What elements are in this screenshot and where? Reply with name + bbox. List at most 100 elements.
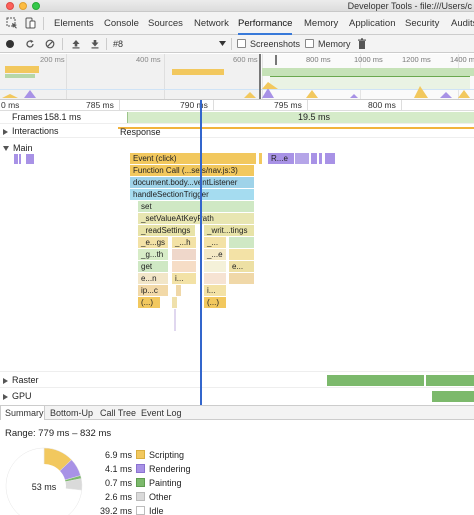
legend-label: Idle xyxy=(149,506,164,515)
tab-elements[interactable]: Elements xyxy=(54,12,94,35)
tab-call-tree[interactable]: Call Tree xyxy=(100,406,136,420)
raster-label: Raster xyxy=(12,375,39,385)
chevron-right-icon xyxy=(3,393,8,400)
flame-block[interactable] xyxy=(229,273,254,284)
flame-write-settings[interactable]: _writ...tings xyxy=(204,225,254,236)
recording-select[interactable]: #8 xyxy=(113,35,123,53)
devtools-tab-bar: Elements Console Sources Network Perform… xyxy=(0,12,474,35)
task-block[interactable] xyxy=(19,154,21,164)
gpu-toggle[interactable]: GPU xyxy=(3,391,32,401)
toolbar-separator xyxy=(62,38,63,50)
summary-range: Range: 779 ms – 832 ms xyxy=(5,428,112,439)
reload-record-icon[interactable] xyxy=(25,39,35,49)
flame-set-value-at-key-path[interactable]: _setValueAtKeyPath xyxy=(138,213,254,224)
legend-value: 6.9 ms xyxy=(104,450,132,460)
legend-value: 39.2 ms xyxy=(99,506,132,515)
task-block[interactable] xyxy=(26,154,34,164)
timeline-cursor xyxy=(200,100,202,406)
response-label: Response xyxy=(120,127,161,137)
flame-block[interactable] xyxy=(204,261,226,272)
flame-block[interactable] xyxy=(229,237,254,248)
flame-i2[interactable]: i... xyxy=(204,285,226,296)
tab-summary[interactable]: Summary xyxy=(0,406,45,420)
ruler-gridline xyxy=(401,100,402,111)
other-swatch xyxy=(136,492,145,501)
download-icon[interactable] xyxy=(90,39,100,49)
record-icon[interactable] xyxy=(5,39,15,49)
raster-activity-bar[interactable] xyxy=(327,375,474,386)
flame-en[interactable]: e...n xyxy=(138,273,168,284)
flame-block[interactable] xyxy=(172,297,177,308)
details-tab-bar: Summary Bottom-Up Call Tree Event Log xyxy=(0,405,474,420)
painting-swatch xyxy=(136,478,145,487)
flame-event-click[interactable]: Event (click) xyxy=(130,153,256,164)
chevron-down-icon[interactable] xyxy=(219,41,226,47)
flame-i[interactable]: i... xyxy=(172,273,196,284)
tab-sources[interactable]: Sources xyxy=(148,12,183,35)
close-window-button[interactable] xyxy=(6,2,14,10)
flame-block[interactable] xyxy=(229,249,254,260)
flame-function-call[interactable]: Function Call (...sets/nav.js:3) xyxy=(130,165,254,176)
flame-read-settings[interactable]: _readSettings xyxy=(138,225,195,236)
garbage-collect-icon[interactable] xyxy=(357,38,367,50)
tab-audits[interactable]: Audits xyxy=(451,12,474,35)
flame-set[interactable]: set xyxy=(138,201,254,212)
tab-memory[interactable]: Memory xyxy=(304,12,338,35)
timeline-overview[interactable]: 200 ms 400 ms 600 ms 800 ms 1000 ms 1200… xyxy=(0,54,474,100)
legend-rendering: 4.1 ms Rendering xyxy=(90,464,191,474)
legend-idle: 39.2 ms Idle xyxy=(90,506,164,515)
task-block[interactable] xyxy=(14,154,18,164)
gpu-activity-bar[interactable] xyxy=(432,391,474,402)
legend-value: 0.7 ms xyxy=(104,478,132,488)
flame-block[interactable] xyxy=(325,153,335,164)
clear-icon[interactable] xyxy=(45,39,55,49)
flame-block[interactable] xyxy=(204,273,226,284)
legend-label: Other xyxy=(149,492,172,502)
frames-value: 158.1 ms xyxy=(44,112,82,122)
flame-recalc[interactable]: R...e xyxy=(268,153,294,164)
flame-block[interactable] xyxy=(174,309,176,331)
gpu-track: GPU xyxy=(0,387,474,403)
flame-block[interactable] xyxy=(259,153,262,164)
flame-egs[interactable]: _e...gs xyxy=(138,237,168,248)
tab-event-log[interactable]: Event Log xyxy=(141,406,182,420)
flame-e[interactable]: _...e xyxy=(204,249,226,260)
tab-bottom-up[interactable]: Bottom-Up xyxy=(50,406,93,420)
flame-block[interactable] xyxy=(176,285,181,296)
flame-block[interactable] xyxy=(172,249,196,260)
tab-console[interactable]: Console xyxy=(104,12,139,35)
upload-icon[interactable] xyxy=(71,39,81,49)
flame-handle-section-trigger[interactable]: handleSectionTrigger xyxy=(130,189,254,200)
maximize-window-button[interactable] xyxy=(32,2,40,10)
flame-block[interactable] xyxy=(319,153,322,164)
raster-toggle[interactable]: Raster xyxy=(3,375,39,385)
overview-selection-handle[interactable] xyxy=(275,55,277,65)
flame-e-dots[interactable]: e... xyxy=(229,261,254,272)
flame-document-body[interactable]: document.body...ventListener xyxy=(130,177,254,188)
legend-scripting: 6.9 ms Scripting xyxy=(90,450,184,460)
tab-network[interactable]: Network xyxy=(194,12,229,35)
inspect-element-icon[interactable] xyxy=(6,17,18,29)
flame-block[interactable] xyxy=(295,153,309,164)
flame-underscore[interactable]: _... xyxy=(204,237,226,248)
flame-paren[interactable]: (...) xyxy=(138,297,160,308)
tab-performance[interactable]: Performance xyxy=(238,12,293,35)
main-toggle[interactable]: Main xyxy=(3,143,33,153)
flame-ipc[interactable]: ip...c xyxy=(138,285,168,296)
flame-uh[interactable]: _...h xyxy=(172,237,196,248)
flame-block[interactable] xyxy=(172,261,196,272)
device-toolbar-icon[interactable] xyxy=(24,17,36,29)
tab-application[interactable]: Application xyxy=(349,12,395,35)
flame-get[interactable]: get xyxy=(138,261,168,272)
interactions-toggle[interactable]: Interactions xyxy=(3,126,59,136)
overview-selection-window[interactable] xyxy=(259,54,474,99)
tab-security[interactable]: Security xyxy=(405,12,439,35)
response-bar[interactable] xyxy=(118,125,474,129)
screenshots-checkbox[interactable] xyxy=(237,39,246,48)
minimize-window-button[interactable] xyxy=(19,2,27,10)
flame-block[interactable] xyxy=(311,153,317,164)
flame-paren-2[interactable]: (...) xyxy=(204,297,226,308)
frame-block[interactable]: 19.5 ms xyxy=(127,112,474,123)
flame-gth[interactable]: _g...th xyxy=(138,249,168,260)
memory-checkbox[interactable] xyxy=(305,39,314,48)
